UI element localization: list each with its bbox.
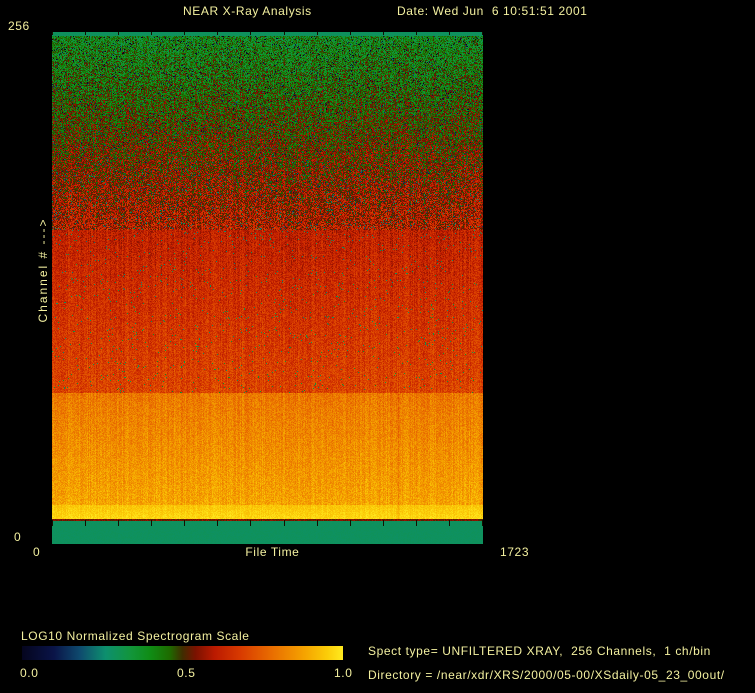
spectrogram-canvas <box>52 32 483 544</box>
colorbar-tick-0: 0.0 <box>20 666 39 680</box>
spectrogram-plot-area <box>52 32 483 544</box>
spect-type-info: Spect type= UNFILTERED XRAY, 256 Channel… <box>368 644 711 658</box>
directory-info: Directory = /near/xdr/XRS/2000/05-00/XSd… <box>368 668 725 682</box>
x-axis-title: File Time <box>245 545 300 559</box>
x-axis-min-label: 0 <box>33 545 41 559</box>
y-axis-max-label: 256 <box>8 19 30 33</box>
near-xray-analysis-window: NEAR X-Ray Analysis Date: Wed Jun 6 10:5… <box>0 0 755 693</box>
date-label: Date: Wed Jun 6 10:51:51 2001 <box>397 4 588 18</box>
colorbar-title: LOG10 Normalized Spectrogram Scale <box>21 629 250 643</box>
colorbar-gradient <box>22 646 343 660</box>
colorbar-tick-1: 0.5 <box>177 666 196 680</box>
y-axis-min-label: 0 <box>14 530 22 544</box>
page-title: NEAR X-Ray Analysis <box>183 4 312 18</box>
x-axis-max-label: 1723 <box>500 545 530 559</box>
y-axis-title: Channel # ---> <box>36 217 50 323</box>
colorbar-tick-2: 1.0 <box>334 666 353 680</box>
